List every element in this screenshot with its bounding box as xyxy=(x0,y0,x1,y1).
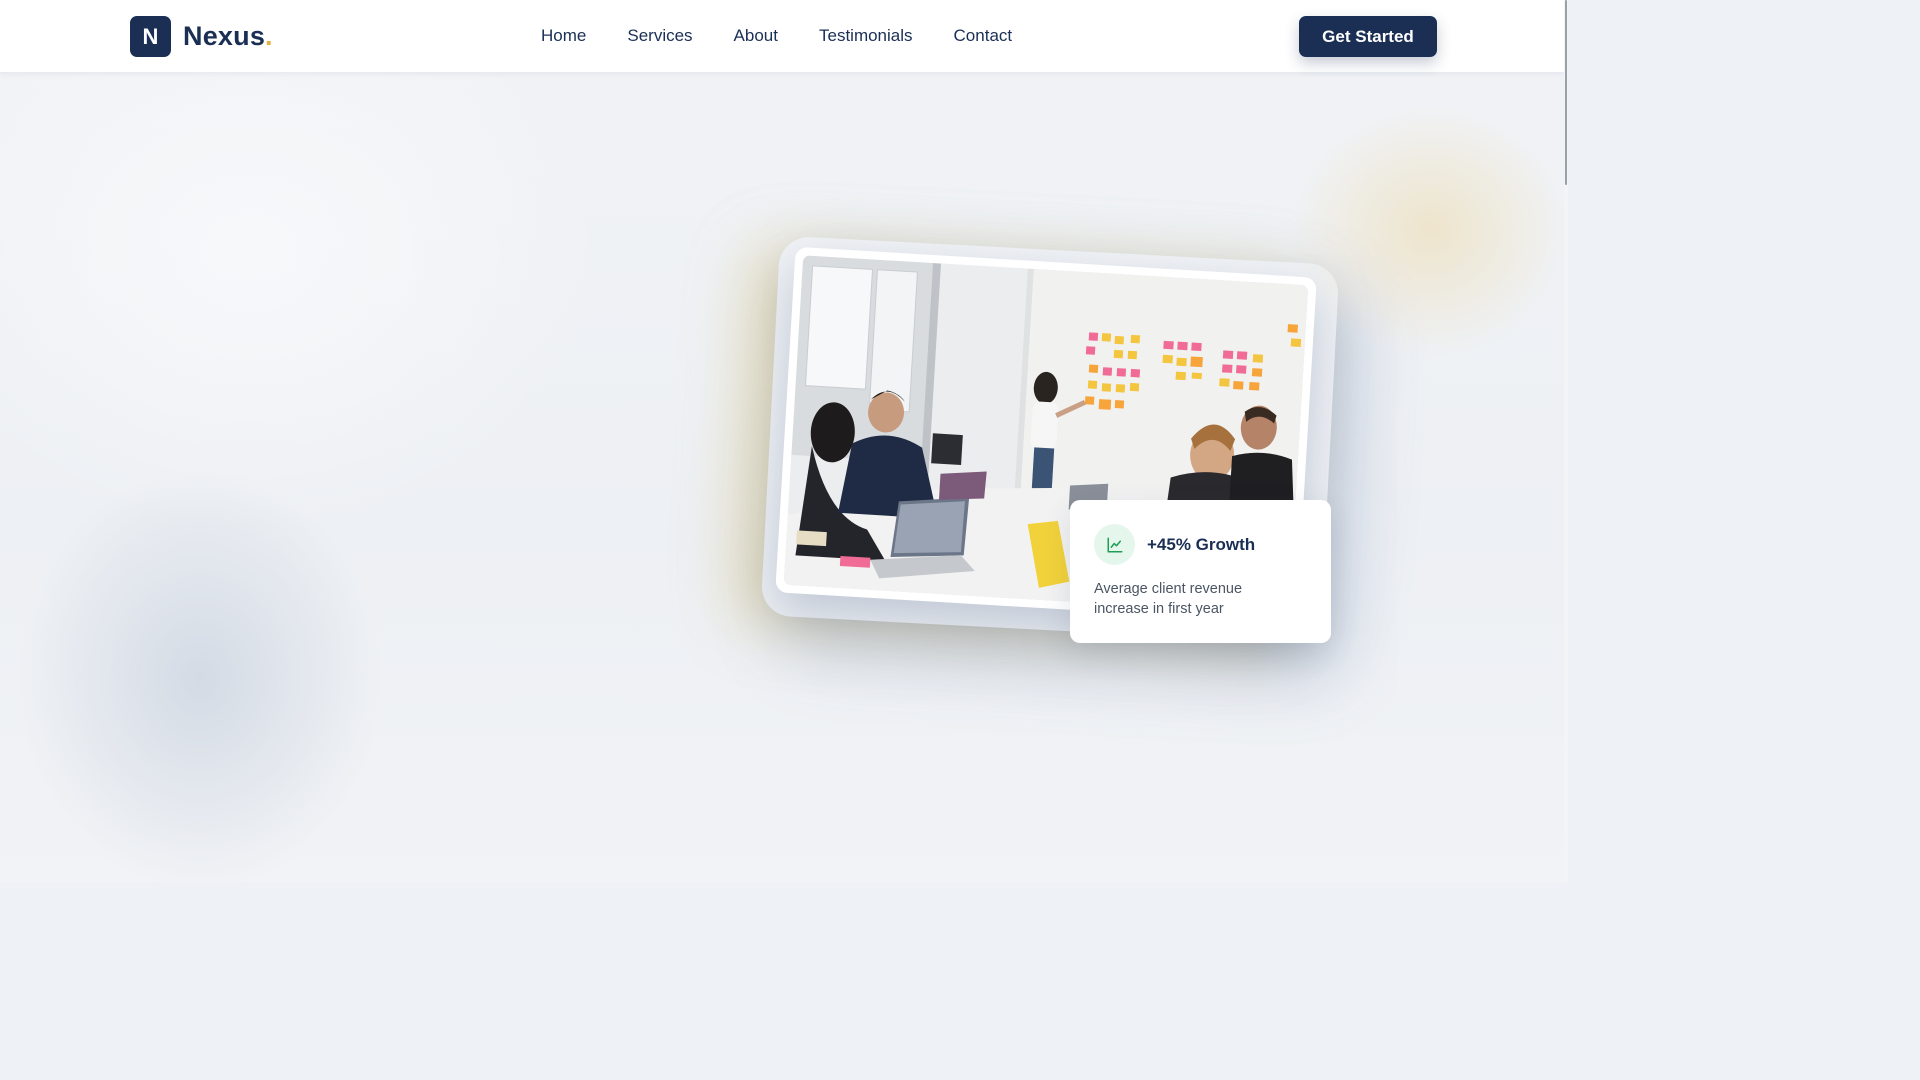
nav-link-about[interactable]: About xyxy=(734,24,778,48)
brand-name: Nexus. xyxy=(183,21,273,52)
stat-header: +45% Growth xyxy=(1094,524,1307,565)
page-scrollbar[interactable] xyxy=(1564,0,1568,882)
top-navbar: N Nexus. Home Services About Testimonial… xyxy=(0,0,1564,73)
nav-link-contact[interactable]: Contact xyxy=(954,24,1013,48)
nav-link-services[interactable]: Services xyxy=(627,24,692,48)
nav-link-home[interactable]: Home xyxy=(541,24,586,48)
brand-dot: . xyxy=(265,21,273,51)
logo-mark: N xyxy=(130,16,171,57)
brand-logo[interactable]: N Nexus. xyxy=(130,16,273,57)
brand-name-text: Nexus xyxy=(183,21,266,51)
stat-title: +45% Growth xyxy=(1147,534,1256,554)
growth-stat-card: +45% Growth Average client revenue incre… xyxy=(1070,500,1331,643)
trending-up-icon xyxy=(1094,524,1135,565)
main-nav: Home Services About Testimonials Contact xyxy=(541,24,1053,48)
nav-link-testimonials[interactable]: Testimonials xyxy=(819,24,913,48)
stat-description: Average client revenue increase in first… xyxy=(1094,581,1243,617)
scrollbar-thumb[interactable] xyxy=(1565,0,1567,185)
get-started-button[interactable]: Get Started xyxy=(1299,16,1437,57)
